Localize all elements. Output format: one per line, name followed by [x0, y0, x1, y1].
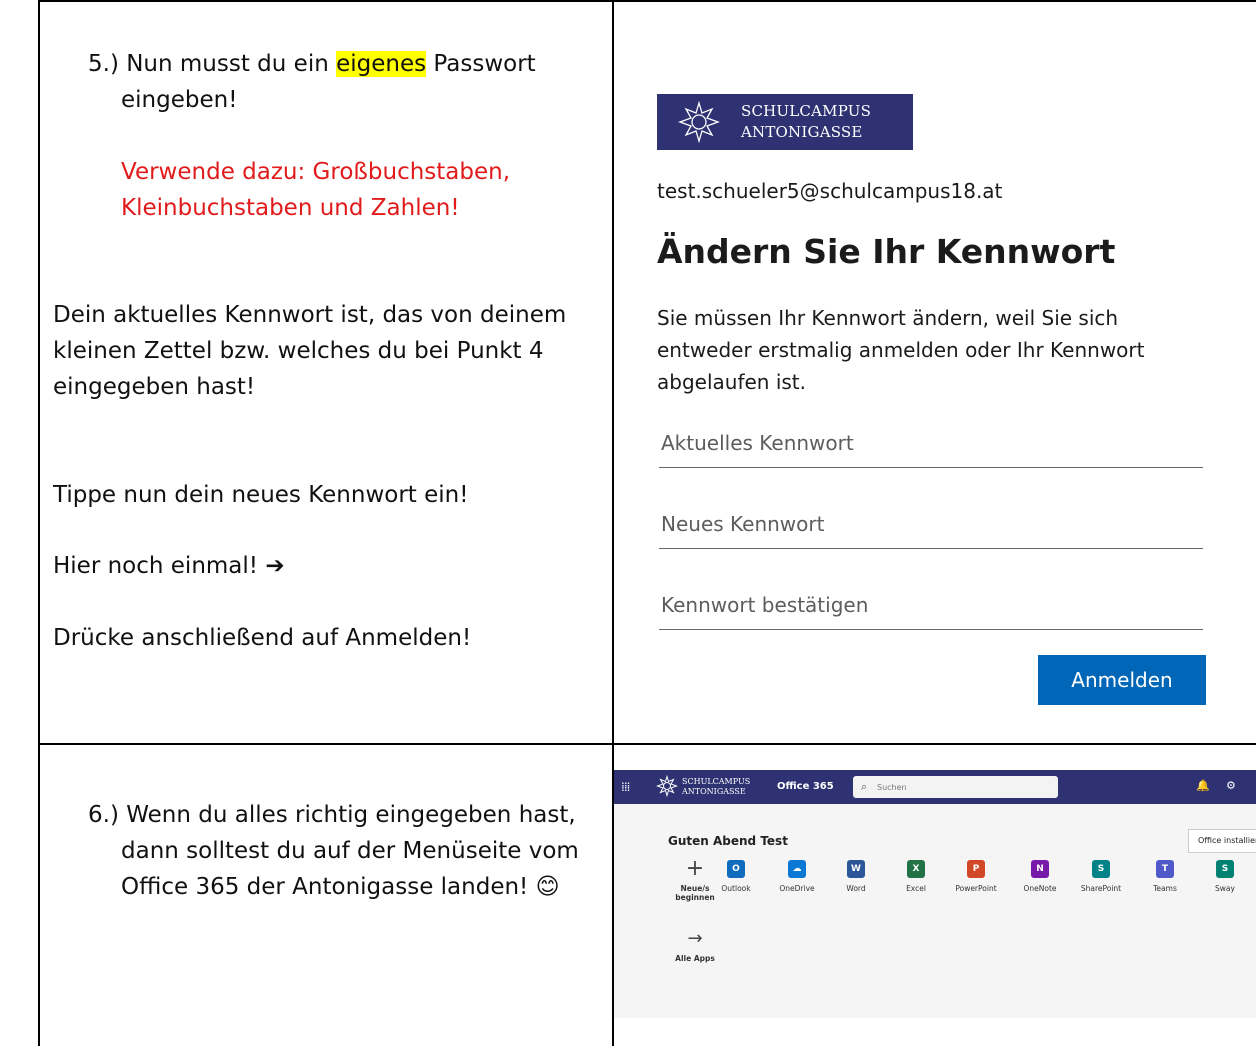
page-title: Ändern Sie Ihr Kennwort — [657, 232, 1116, 271]
office-search-input[interactable]: ⌕ Suchen — [853, 776, 1058, 798]
app-label: Teams — [1153, 884, 1177, 893]
new-label-line2: beginnen — [675, 893, 715, 902]
step5-warning-line2: Kleinbuchstaben und Zahlen! — [121, 195, 460, 221]
current-password-field[interactable]: Aktuelles Kennwort — [659, 427, 1203, 468]
new-password-placeholder: Neues Kennwort — [661, 512, 825, 536]
powerpoint-icon: P — [967, 860, 985, 878]
app-onenote[interactable]: N OneNote — [1014, 860, 1066, 893]
app-outlook[interactable]: O Outlook — [710, 860, 762, 893]
account-email: test.schueler5@schulcampus18.at — [657, 179, 1003, 203]
app-label: SharePoint — [1080, 884, 1122, 893]
new-label-line1: Neue/s — [680, 884, 710, 893]
step6-line3: Office 365 der Antonigasse landen! 😊 — [121, 874, 560, 900]
app-teams[interactable]: T Teams — [1139, 860, 1191, 893]
bell-icon[interactable]: 🔔 — [1196, 779, 1210, 792]
app-label: PowerPoint — [955, 884, 997, 893]
step5-para4: Drücke anschließend auf Anmelden! — [53, 625, 472, 651]
logo-line2: ANTONIGASSE — [741, 123, 863, 141]
app-excel[interactable]: X Excel — [890, 860, 942, 893]
step5-title-text: 5.) Nun musst du ein — [88, 51, 337, 77]
step5-para1-line2: kleinen Zettel bzw. welches du bei Punkt… — [53, 338, 544, 364]
logo-line1: SCHULCAMPUS — [741, 102, 872, 120]
new-password-field[interactable]: Neues Kennwort — [659, 508, 1203, 549]
signin-button[interactable]: Anmelden — [1038, 655, 1206, 705]
office-title[interactable]: Office 365 — [777, 781, 834, 792]
confirm-password-placeholder: Kennwort bestätigen — [661, 593, 869, 617]
step6-line2: dann solltest du auf der Menüseite vom — [121, 838, 579, 864]
seal-icon — [656, 775, 678, 797]
app-launcher-icon[interactable]: ⁞⁞⁞ — [621, 780, 631, 794]
step5-warning-line1: Verwende dazu: Großbuchstaben, — [121, 159, 511, 185]
app-powerpoint[interactable]: P PowerPoint — [950, 860, 1002, 893]
office-install-button[interactable]: Office installier — [1188, 829, 1256, 853]
arrow-right-icon: → — [687, 928, 703, 949]
office-portal-screenshot: ⁞⁞⁞ SCHULCAMPUS ANTONIGASSE Office 365 ⌕… — [614, 770, 1256, 1018]
school-logo: SCHULCAMPUS ANTONIGASSE — [657, 94, 913, 150]
table-border-top — [38, 0, 1256, 2]
confirm-password-field[interactable]: Kennwort bestätigen — [659, 589, 1203, 630]
onedrive-icon: ☁ — [788, 860, 806, 878]
app-sharepoint[interactable]: S SharePoint — [1075, 860, 1127, 893]
gear-icon[interactable]: ⚙ — [1226, 779, 1236, 792]
seal-icon — [678, 101, 720, 143]
app-label: Sway — [1215, 884, 1235, 893]
step6-line1: 6.) Wenn du alles richtig eingegeben has… — [88, 802, 576, 828]
step5-para1-line3: eingegeben hast! — [53, 374, 256, 400]
install-label: Office installier — [1198, 836, 1256, 845]
sway-icon: S — [1216, 860, 1234, 878]
excel-icon: X — [907, 860, 925, 878]
app-sway[interactable]: S Sway — [1199, 860, 1251, 893]
step5-title-line2: eingeben! — [121, 87, 238, 113]
sharepoint-icon: S — [1092, 860, 1110, 878]
search-icon: ⌕ — [861, 780, 868, 793]
step5-para2: Tippe nun dein neues Kennwort ein! — [53, 482, 469, 508]
table-border-row — [38, 743, 1256, 745]
app-word[interactable]: W Word — [830, 860, 882, 893]
current-password-placeholder: Aktuelles Kennwort — [661, 431, 854, 455]
app-label: Outlook — [721, 884, 751, 893]
office-logo-line1: SCHULCAMPUS — [682, 777, 751, 786]
greeting: Guten Abend Test — [668, 834, 788, 848]
app-label: Word — [846, 884, 866, 893]
search-placeholder: Suchen — [877, 783, 907, 792]
office-top-bar: ⁞⁞⁞ SCHULCAMPUS ANTONIGASSE Office 365 ⌕… — [614, 770, 1256, 804]
step5-title-line1: 5.) Nun musst du ein eigenes Passwort — [88, 46, 536, 82]
teams-icon: T — [1156, 860, 1174, 878]
app-label: OneNote — [1023, 884, 1057, 893]
app-label: OneDrive — [779, 884, 815, 893]
app-onedrive[interactable]: ☁ OneDrive — [771, 860, 823, 893]
description-line: entweder erstmalig anmelden oder Ihr Ken… — [657, 338, 1145, 362]
onenote-icon: N — [1031, 860, 1049, 878]
step5-title-text-end: Passwort — [426, 51, 536, 77]
description-line: Sie müssen Ihr Kennwort ändern, weil Sie… — [657, 306, 1119, 330]
highlighted-word: eigenes — [336, 51, 427, 77]
step5-para1-line1: Dein aktuelles Kennwort ist, das von dei… — [53, 302, 567, 328]
table-border-left — [38, 0, 40, 1046]
description-line: abgelaufen ist. — [657, 370, 806, 394]
all-apps-label: Alle Apps — [675, 954, 715, 963]
step5-para3: Hier noch einmal! ➔ — [53, 553, 285, 579]
description: Sie müssen Ihr Kennwort ändern, weil Sie… — [657, 302, 1217, 398]
all-apps-button[interactable]: → Alle Apps — [669, 928, 721, 964]
outlook-icon: O — [727, 860, 745, 878]
word-icon: W — [847, 860, 865, 878]
app-label: Excel — [906, 884, 926, 893]
office-logo-line2: ANTONIGASSE — [682, 787, 746, 796]
